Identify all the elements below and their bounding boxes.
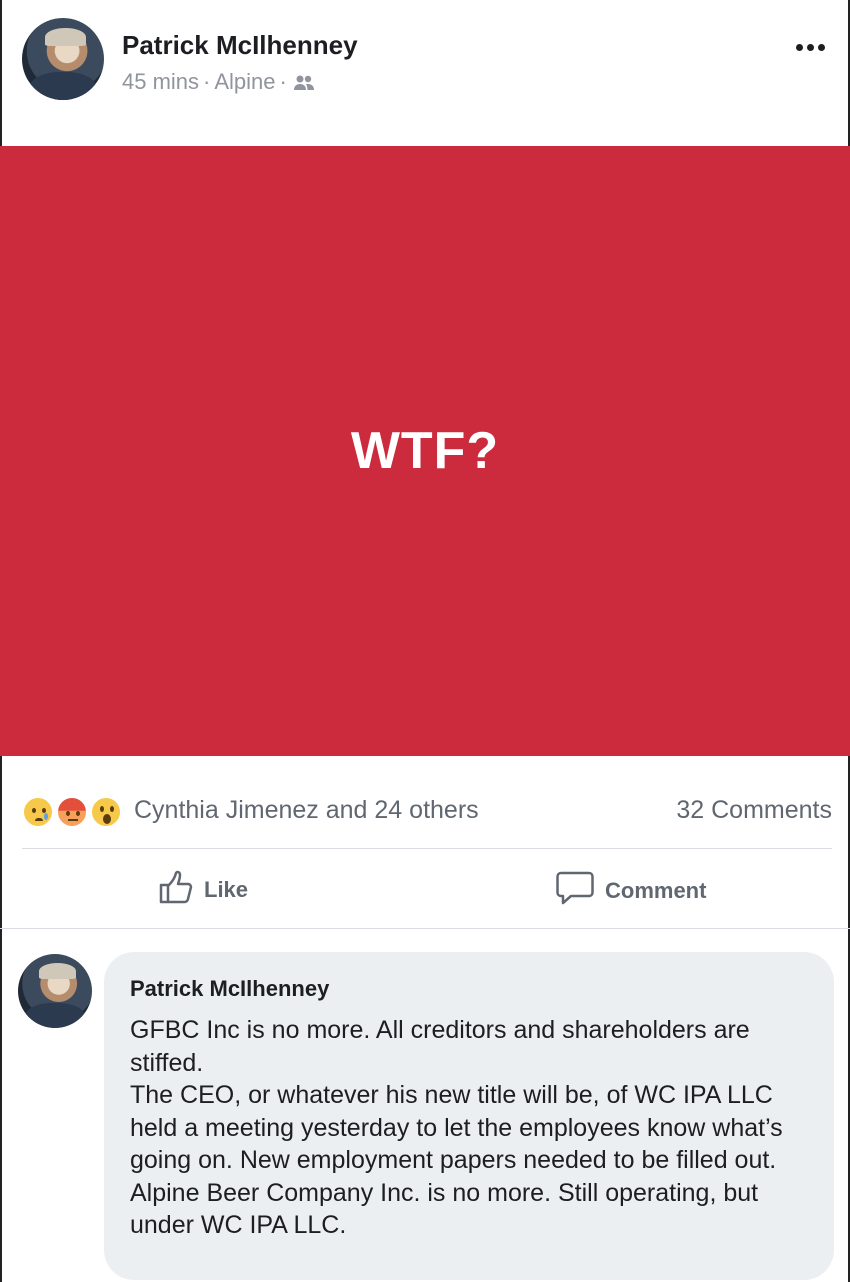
divider	[0, 928, 850, 929]
angry-reaction-icon	[56, 796, 88, 828]
reaction-icons[interactable]	[22, 796, 128, 830]
comment-text: GFBC Inc is no more. All creditors and s…	[130, 1016, 783, 1239]
meta-separator: ·	[279, 69, 287, 94]
more-options-icon[interactable]	[790, 32, 830, 62]
comment-count[interactable]: 32 Comments	[676, 796, 832, 825]
post-author-name[interactable]: Patrick McIlhenney	[122, 30, 358, 61]
reactors-summary[interactable]: Cynthia Jimenez and 24 others	[134, 796, 479, 825]
comment-label: Comment	[605, 878, 707, 903]
banner-text: WTF?	[350, 422, 500, 480]
post-time[interactable]: 45 mins	[122, 69, 199, 94]
post-header: Patrick McIlhenney 45 mins · Alpine ·	[0, 0, 850, 140]
speech-bubble-icon	[555, 870, 595, 912]
commenter-avatar[interactable]	[18, 954, 92, 1028]
post-stats: Cynthia Jimenez and 24 others 32 Comment…	[0, 776, 850, 846]
like-button[interactable]: Like	[158, 870, 248, 910]
sad-reaction-icon	[22, 796, 54, 828]
comment-button[interactable]: Comment	[555, 870, 706, 912]
comment-bubble[interactable]: Patrick McIlhenney GFBC Inc is no more. …	[104, 952, 834, 1280]
divider	[22, 848, 832, 849]
comment-item: Patrick McIlhenney GFBC Inc is no more. …	[0, 940, 850, 1282]
post-banner: WTF?	[0, 146, 850, 756]
author-avatar[interactable]	[22, 18, 104, 100]
like-label: Like	[204, 877, 249, 902]
action-bar: Like Comment	[0, 850, 850, 928]
post-group[interactable]: Alpine	[214, 69, 275, 94]
meta-separator: ·	[203, 69, 211, 94]
people-icon	[293, 72, 315, 98]
thumbs-up-icon	[158, 870, 194, 910]
post-meta: 45 mins · Alpine ·	[122, 69, 315, 98]
wow-reaction-icon	[90, 796, 122, 828]
comment-author-name[interactable]: Patrick McIlhenney	[130, 976, 808, 1002]
